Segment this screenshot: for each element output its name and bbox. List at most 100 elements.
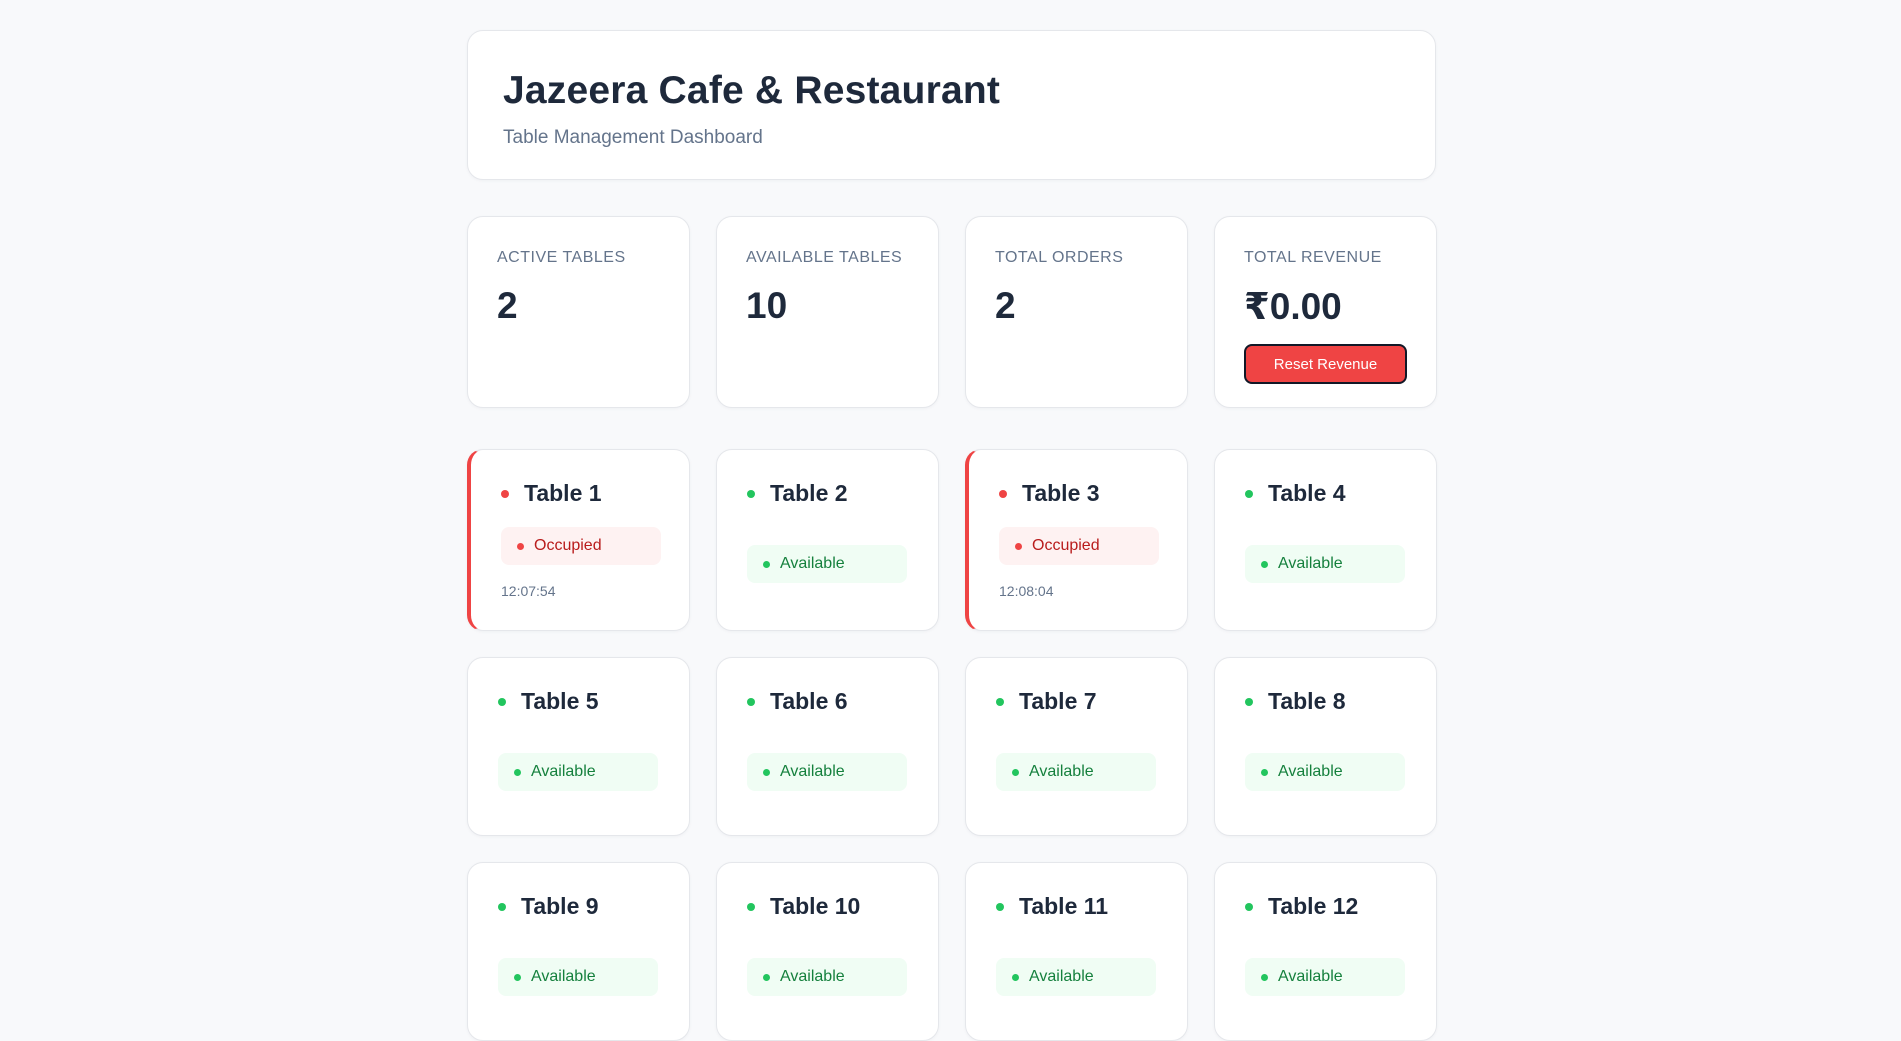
dashboard: Jazeera Cafe & Restaurant Table Manageme… [467, 30, 1437, 1041]
status-text: Available [1029, 763, 1094, 780]
table-name: Table 9 [521, 893, 599, 919]
status-badge: Occupied [999, 527, 1159, 565]
stat-value: 10 [746, 285, 788, 326]
status-text: Available [531, 968, 596, 985]
status-text: Occupied [1032, 537, 1100, 554]
status-text: Available [1278, 968, 1343, 985]
table-card[interactable]: Table 8 Available [1214, 657, 1437, 836]
badge-dot-icon [1261, 560, 1268, 568]
table-name: Table 3 [1022, 480, 1100, 506]
stat-value: 2 [995, 285, 1016, 326]
table-card-header: Table 4 [1245, 480, 1406, 507]
status-dot-icon [996, 902, 1004, 911]
badge-dot-icon [1261, 973, 1268, 981]
status-badge: Available [1245, 545, 1405, 583]
status-badge: Available [996, 753, 1156, 791]
status-badge: Available [1245, 958, 1405, 996]
stat-available-tables: AVAILABLE TABLES 10 [716, 216, 939, 408]
table-name: Table 11 [1019, 893, 1109, 919]
status-text: Available [780, 763, 845, 780]
table-card-header: Table 2 [747, 480, 908, 507]
status-text: Available [780, 968, 845, 985]
stat-label: ACTIVE TABLES [497, 249, 626, 266]
table-card[interactable]: Table 5 Available [467, 657, 690, 836]
badge-dot-icon [1261, 768, 1268, 776]
status-text: Available [531, 763, 596, 780]
reset-revenue-button[interactable]: Reset Revenue [1244, 344, 1407, 384]
stats-row: ACTIVE TABLES 2 AVAILABLE TABLES 10 TOTA… [467, 216, 1437, 408]
page-subtitle: Table Management Dashboard [503, 127, 763, 148]
tables-grid: Table 1 Occupied 12:07:54 Table 2 Available T… [467, 449, 1437, 1041]
stat-value: 2 [497, 285, 518, 326]
status-dot-icon [747, 489, 755, 498]
stat-active-tables: ACTIVE TABLES 2 [467, 216, 690, 408]
badge-dot-icon [1015, 542, 1022, 550]
table-card-header: Table 1 [501, 480, 659, 507]
status-badge: Available [498, 753, 658, 791]
table-card-header: Table 8 [1245, 688, 1406, 715]
table-name: Table 8 [1268, 688, 1346, 714]
header-card: Jazeera Cafe & Restaurant Table Manageme… [467, 30, 1436, 180]
table-card[interactable]: Table 3 Occupied 12:08:04 [965, 449, 1188, 631]
status-badge: Available [747, 753, 907, 791]
occupied-since-time: 12:08:04 [999, 583, 1054, 599]
table-card[interactable]: Table 10 Available [716, 862, 939, 1041]
table-name: Table 10 [770, 893, 861, 919]
table-card-header: Table 7 [996, 688, 1157, 715]
status-text: Available [1278, 763, 1343, 780]
status-dot-icon [747, 902, 755, 911]
table-card-header: Table 10 [747, 893, 908, 920]
badge-dot-icon [514, 973, 521, 981]
status-text: Occupied [534, 537, 602, 554]
table-card-header: Table 5 [498, 688, 659, 715]
table-name: Table 4 [1268, 480, 1346, 506]
table-card[interactable]: Table 7 Available [965, 657, 1188, 836]
stat-total-orders: TOTAL ORDERS 2 [965, 216, 1188, 408]
table-card-header: Table 3 [999, 480, 1157, 507]
status-dot-icon [1245, 489, 1253, 498]
table-card[interactable]: Table 9 Available [467, 862, 690, 1041]
status-dot-icon [1245, 697, 1253, 706]
badge-dot-icon [1012, 768, 1019, 776]
occupied-since-time: 12:07:54 [501, 583, 556, 599]
table-card-header: Table 12 [1245, 893, 1406, 920]
page-title: Jazeera Cafe & Restaurant [503, 69, 1001, 112]
status-text: Available [1029, 968, 1094, 985]
table-card[interactable]: Table 4 Available [1214, 449, 1437, 631]
status-dot-icon [501, 489, 509, 498]
table-card-header: Table 9 [498, 893, 659, 920]
table-name: Table 12 [1268, 893, 1359, 919]
table-card[interactable]: Table 2 Available [716, 449, 939, 631]
stat-value: ₹0.00 [1244, 286, 1342, 327]
table-card-header: Table 11 [996, 893, 1157, 920]
status-badge: Available [747, 545, 907, 583]
table-card[interactable]: Table 1 Occupied 12:07:54 [467, 449, 690, 631]
status-badge: Available [498, 958, 658, 996]
status-text: Available [780, 555, 845, 572]
status-text: Available [1278, 555, 1343, 572]
stat-label: AVAILABLE TABLES [746, 249, 903, 266]
table-name: Table 1 [524, 480, 602, 506]
status-dot-icon [1245, 902, 1253, 911]
badge-dot-icon [1012, 973, 1019, 981]
status-dot-icon [996, 697, 1004, 706]
stat-total-revenue: TOTAL REVENUE ₹0.00 Reset Revenue [1214, 216, 1437, 408]
table-card[interactable]: Table 12 Available [1214, 862, 1437, 1041]
status-dot-icon [498, 697, 506, 706]
status-badge: Available [1245, 753, 1405, 791]
table-name: Table 7 [1019, 688, 1097, 714]
status-badge: Available [996, 958, 1156, 996]
table-card[interactable]: Table 6 Available [716, 657, 939, 836]
table-card[interactable]: Table 11 Available [965, 862, 1188, 1041]
status-dot-icon [999, 489, 1007, 498]
status-badge: Occupied [501, 527, 661, 565]
badge-dot-icon [517, 542, 524, 550]
table-name: Table 2 [770, 480, 848, 506]
status-badge: Available [747, 958, 907, 996]
status-dot-icon [498, 902, 506, 911]
table-card-header: Table 6 [747, 688, 908, 715]
table-name: Table 5 [521, 688, 599, 714]
table-name: Table 6 [770, 688, 848, 714]
badge-dot-icon [763, 973, 770, 981]
stat-label: TOTAL ORDERS [995, 249, 1124, 266]
